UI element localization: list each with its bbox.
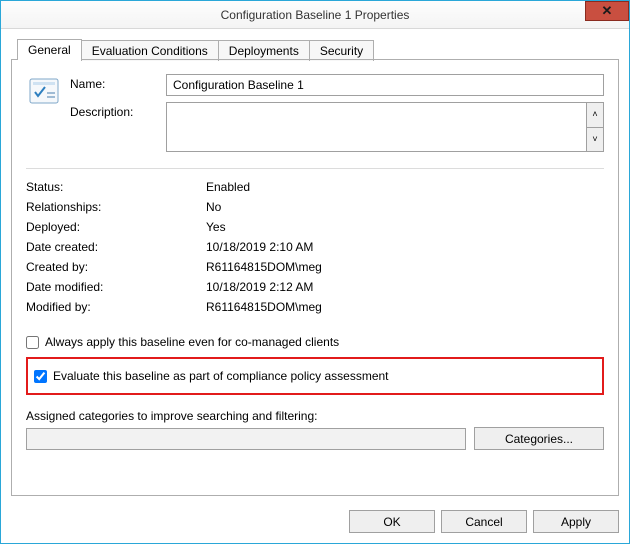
close-icon: ✕ <box>602 3 613 19</box>
tab-pane-general: Name: Description: ˄ ˅ <box>11 59 619 496</box>
ok-button[interactable]: OK <box>349 510 435 533</box>
evaluate-compliance-row: Evaluate this baseline as part of compli… <box>34 365 596 387</box>
apply-label: Apply <box>561 515 591 529</box>
evaluate-compliance-label: Evaluate this baseline as part of compli… <box>53 369 389 383</box>
description-scroll-down[interactable]: ˅ <box>586 128 604 153</box>
always-apply-row: Always apply this baseline even for co-m… <box>26 331 604 353</box>
tab-label: General <box>28 43 71 57</box>
tabstrip: General Evaluation Conditions Deployment… <box>17 39 619 60</box>
date-created-label: Date created: <box>26 240 206 254</box>
status-label: Status: <box>26 180 206 194</box>
tab-deployments[interactable]: Deployments <box>218 40 310 61</box>
dialog-body: General Evaluation Conditions Deployment… <box>1 29 629 502</box>
name-label: Name: <box>70 74 166 91</box>
modified-by-value: R61164815DOM\meg <box>206 300 322 314</box>
properties-list: Status:Enabled Relationships:No Deployed… <box>26 177 604 317</box>
baseline-icon <box>26 74 62 114</box>
divider <box>26 168 604 169</box>
tab-label: Security <box>320 44 363 58</box>
categories-label: Assigned categories to improve searching… <box>26 409 604 423</box>
cancel-label: Cancel <box>465 515 502 529</box>
date-modified-label: Date modified: <box>26 280 206 294</box>
tab-label: Evaluation Conditions <box>92 44 208 58</box>
date-created-value: 10/18/2019 2:10 AM <box>206 240 313 254</box>
tab-general[interactable]: General <box>17 39 82 60</box>
tab-security[interactable]: Security <box>309 40 374 61</box>
status-value: Enabled <box>206 180 250 194</box>
created-by-label: Created by: <box>26 260 206 274</box>
created-by-value: R61164815DOM\meg <box>206 260 322 274</box>
date-modified-value: 10/18/2019 2:12 AM <box>206 280 313 294</box>
tab-evaluation-conditions[interactable]: Evaluation Conditions <box>81 40 219 61</box>
relationships-label: Relationships: <box>26 200 206 214</box>
name-input[interactable] <box>166 74 604 96</box>
always-apply-checkbox[interactable] <box>26 336 39 349</box>
categories-button[interactable]: Categories... <box>474 427 604 450</box>
evaluate-compliance-checkbox[interactable] <box>34 370 47 383</box>
close-button[interactable]: ✕ <box>585 1 629 21</box>
description-scroll-up[interactable]: ˄ <box>586 102 604 128</box>
modified-by-label: Modified by: <box>26 300 206 314</box>
apply-button[interactable]: Apply <box>533 510 619 533</box>
cancel-button[interactable]: Cancel <box>441 510 527 533</box>
deployed-value: Yes <box>206 220 226 234</box>
relationships-value: No <box>206 200 221 214</box>
dialog-window: Configuration Baseline 1 Properties ✕ Ge… <box>0 0 630 544</box>
highlight-box: Evaluate this baseline as part of compli… <box>26 357 604 395</box>
categories-button-label: Categories... <box>505 432 573 446</box>
dialog-footer: OK Cancel Apply <box>1 502 629 543</box>
deployed-label: Deployed: <box>26 220 206 234</box>
ok-label: OK <box>383 515 400 529</box>
titlebar: Configuration Baseline 1 Properties ✕ <box>1 1 629 29</box>
tab-label: Deployments <box>229 44 299 58</box>
description-input[interactable] <box>166 102 586 152</box>
description-label: Description: <box>70 102 166 119</box>
window-title: Configuration Baseline 1 Properties <box>1 8 629 22</box>
always-apply-label: Always apply this baseline even for co-m… <box>45 335 339 349</box>
categories-input <box>26 428 466 450</box>
